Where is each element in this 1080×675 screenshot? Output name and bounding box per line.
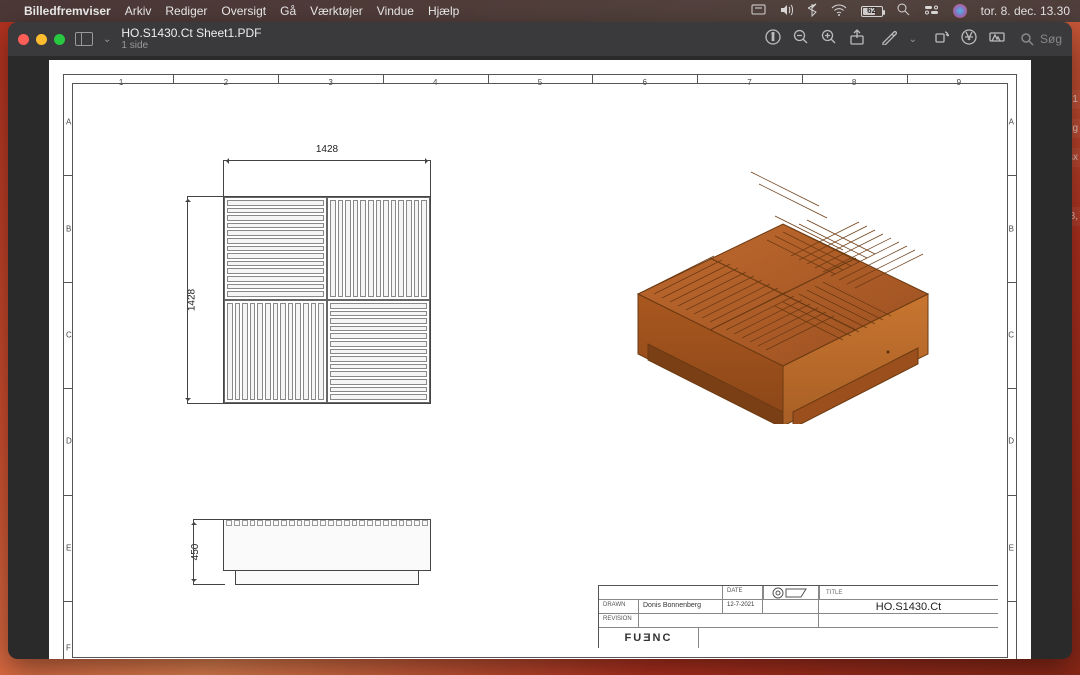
dimension-height: 450 <box>193 519 194 585</box>
drawing-outer-frame: 1 2 3 4 5 6 7 8 9 A A B B C C D D E E <box>63 74 1017 659</box>
tb-logo: FUƎNC <box>599 628 699 648</box>
row-label: F <box>66 644 71 653</box>
front-view: 450 <box>223 519 431 571</box>
pdf-page: 1 2 3 4 5 6 7 8 9 A A B B C C D D E E <box>49 60 1031 659</box>
row-label: D <box>66 437 72 446</box>
form-fill-button[interactable] <box>989 29 1005 50</box>
tb-date-label: DATE <box>723 586 763 599</box>
minimize-button[interactable] <box>36 34 47 45</box>
window-subtitle: 1 side <box>121 40 261 51</box>
tb-drawn-label: DRAWN <box>599 600 639 613</box>
zoom-in-button[interactable] <box>821 29 837 50</box>
tb-drawn-by: Donis Bonnenberg <box>639 600 723 613</box>
row-label: C <box>66 331 72 340</box>
highlight-button[interactable] <box>961 29 977 50</box>
menu-oversigt[interactable]: Oversigt <box>221 4 266 18</box>
projection-symbol-icon <box>763 586 819 599</box>
row-label: B <box>66 224 71 233</box>
menu-vindue[interactable]: Vindue <box>377 4 414 18</box>
rotate-button[interactable] <box>933 29 949 50</box>
zoom-out-button[interactable] <box>793 29 809 50</box>
menu-vaerktoejer[interactable]: Værktøjer <box>310 4 363 18</box>
drawing-inner-frame: 1428 1428 <box>72 83 1008 658</box>
siri-icon[interactable] <box>953 4 967 18</box>
markup-button[interactable] <box>881 29 897 50</box>
bluetooth-icon[interactable] <box>808 3 817 20</box>
window-title: HO.S1430.Ct Sheet1.PDF <box>121 27 261 40</box>
window-traffic-lights <box>18 34 65 45</box>
volume-icon[interactable] <box>780 4 794 19</box>
tb-title-label: TITLE <box>826 590 992 596</box>
preview-window: ⌄ HO.S1430.Ct Sheet1.PDF 1 side ⌄ <box>8 22 1072 659</box>
row-label: E <box>1009 543 1014 552</box>
dimension-width: 1428 <box>223 160 431 161</box>
dimension-depth: 1428 <box>187 196 188 404</box>
isometric-render <box>618 164 948 424</box>
row-label: B <box>1009 224 1014 233</box>
row-label: E <box>66 543 71 552</box>
control-center-icon[interactable] <box>924 4 939 19</box>
row-label: A <box>66 118 71 127</box>
document-viewport[interactable]: 1 2 3 4 5 6 7 8 9 A A B B C C D D E E <box>8 56 1072 659</box>
markup-menu-chevron-icon[interactable]: ⌄ <box>909 34 917 45</box>
sidebar-toggle-icon[interactable] <box>75 32 93 46</box>
menu-hjaelp[interactable]: Hjælp <box>428 4 459 18</box>
battery-icon[interactable]: 62 <box>861 6 883 17</box>
mac-menubar: Billedfremviser Arkiv Rediger Oversigt G… <box>0 0 1080 22</box>
search-field[interactable]: Søg <box>1021 32 1062 46</box>
tb-revision-label: REVISION <box>599 614 639 627</box>
menubar-clock[interactable]: tor. 8. dec. 13.30 <box>981 4 1070 18</box>
info-button[interactable] <box>765 29 781 50</box>
wifi-icon[interactable] <box>831 4 847 19</box>
window-titlebar: ⌄ HO.S1430.Ct Sheet1.PDF 1 side ⌄ <box>8 22 1072 56</box>
row-label: A <box>1009 118 1014 127</box>
tb-date: 12-7-2021 <box>723 600 763 613</box>
row-label: D <box>1008 437 1014 446</box>
menu-arkiv[interactable]: Arkiv <box>125 4 152 18</box>
tb-title: HO.S1430.Ct <box>825 601 992 613</box>
sidebar-menu-chevron-icon[interactable]: ⌄ <box>103 34 111 45</box>
menu-gaa[interactable]: Gå <box>280 4 296 18</box>
spotlight-icon[interactable] <box>897 3 910 19</box>
title-block: DATE TITLE DRAWN Donis Bonnenberg 12-7- <box>598 585 998 648</box>
app-name[interactable]: Billedfremviser <box>24 4 111 18</box>
menu-rediger[interactable]: Rediger <box>165 4 207 18</box>
top-view: 1428 1428 <box>223 196 431 404</box>
row-label: C <box>1008 331 1014 340</box>
share-button[interactable] <box>849 29 865 50</box>
close-button[interactable] <box>18 34 29 45</box>
zoom-button[interactable] <box>54 34 65 45</box>
search-placeholder: Søg <box>1040 32 1062 46</box>
screenshare-icon[interactable] <box>751 4 766 19</box>
